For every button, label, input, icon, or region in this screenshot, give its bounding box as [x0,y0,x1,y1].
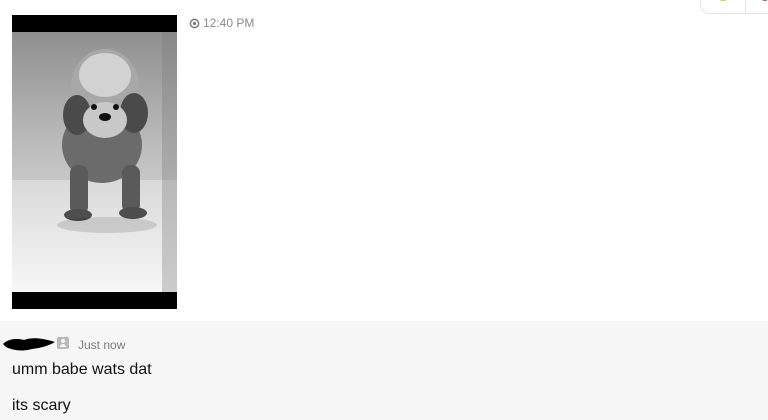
message-timestamp: 12:40 PM [189,16,254,30]
message-line: its scary [12,397,71,414]
dog-photo-image [12,32,177,292]
message-time: Just now [78,338,126,352]
more-reactions-icon[interactable] [759,0,767,1]
message-text: Just now umm babe wats dat its scary [0,321,768,420]
message-line: umm babe wats dat [12,361,152,378]
dog-photo[interactable] [12,15,177,309]
redacted-username [3,338,55,351]
timestamp-text: 12:40 PM [203,16,255,30]
emoji-reaction-icon[interactable] [715,0,731,1]
reaction-divider [745,0,746,13]
message-with-image: 12:40 PM [0,0,768,320]
eye-icon [189,18,200,28]
user-icon [57,337,69,349]
reaction-bar[interactable] [700,0,768,14]
